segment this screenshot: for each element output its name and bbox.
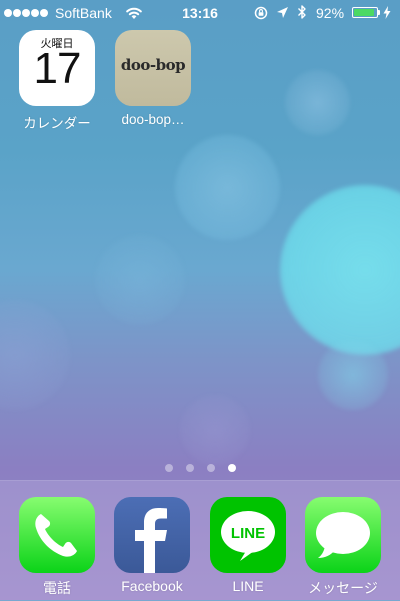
status-bar: SoftBank 13:16 92%: [0, 0, 400, 26]
doo-bop-icon[interactable]: doo-bop: [115, 30, 191, 106]
wallpaper-bokeh: [0, 300, 70, 410]
wallpaper-bokeh: [95, 235, 185, 325]
rotation-lock-icon: [254, 6, 268, 20]
battery-nub: [378, 10, 380, 15]
facebook-f-icon: [135, 508, 167, 573]
calendar-icon[interactable]: 火曜日 17: [19, 30, 95, 106]
app-label: メッセージ: [308, 580, 378, 596]
calendar-day-number: 17: [33, 44, 82, 93]
wallpaper-bokeh: [318, 340, 388, 410]
page-indicator[interactable]: [0, 464, 400, 472]
charging-icon: [383, 6, 391, 19]
wallpaper-bokeh: [285, 70, 350, 135]
facebook-app[interactable]: Facebook: [104, 497, 200, 594]
doo-bop-logo: doo-bop: [120, 56, 186, 74]
battery-level-fill: [354, 9, 375, 16]
wallpaper-bokeh: [280, 185, 400, 355]
calendar-app[interactable]: 火曜日 17 カレンダー: [12, 30, 102, 132]
doo-bop-app[interactable]: doo-bop doo-bop…: [108, 30, 198, 127]
wallpaper-bokeh: [180, 395, 250, 465]
speech-bubble-icon: [316, 512, 370, 558]
page-dot[interactable]: [206, 464, 215, 472]
wallpaper-bokeh: [175, 135, 280, 240]
app-label: doo-bop…: [121, 112, 185, 127]
line-logo-text: LINE: [231, 525, 265, 542]
app-label: カレンダー: [23, 116, 91, 131]
messages-icon[interactable]: [305, 497, 381, 573]
line-bubble-icon: LINE: [221, 511, 275, 561]
line-icon[interactable]: LINE: [210, 497, 286, 573]
phone-app[interactable]: 電話: [9, 497, 105, 598]
location-icon: [277, 7, 288, 18]
line-app[interactable]: LINE LINE: [200, 497, 296, 594]
battery-percentage: 92%: [316, 5, 345, 21]
app-label: 電話: [43, 580, 71, 596]
app-label: Facebook: [121, 578, 183, 594]
phone-handset-icon: [35, 514, 77, 557]
page-dot[interactable]: [164, 464, 173, 472]
app-label: LINE: [232, 578, 264, 594]
battery-icon: [352, 7, 378, 18]
page-dot-current[interactable]: [227, 464, 236, 472]
messages-app[interactable]: メッセージ: [295, 497, 391, 598]
dock: 電話 Facebook LINE LINE メッセージ: [0, 480, 400, 601]
phone-icon[interactable]: [19, 497, 95, 573]
facebook-icon[interactable]: [114, 497, 190, 573]
bluetooth-icon: [298, 5, 306, 19]
page-dot[interactable]: [185, 464, 194, 472]
